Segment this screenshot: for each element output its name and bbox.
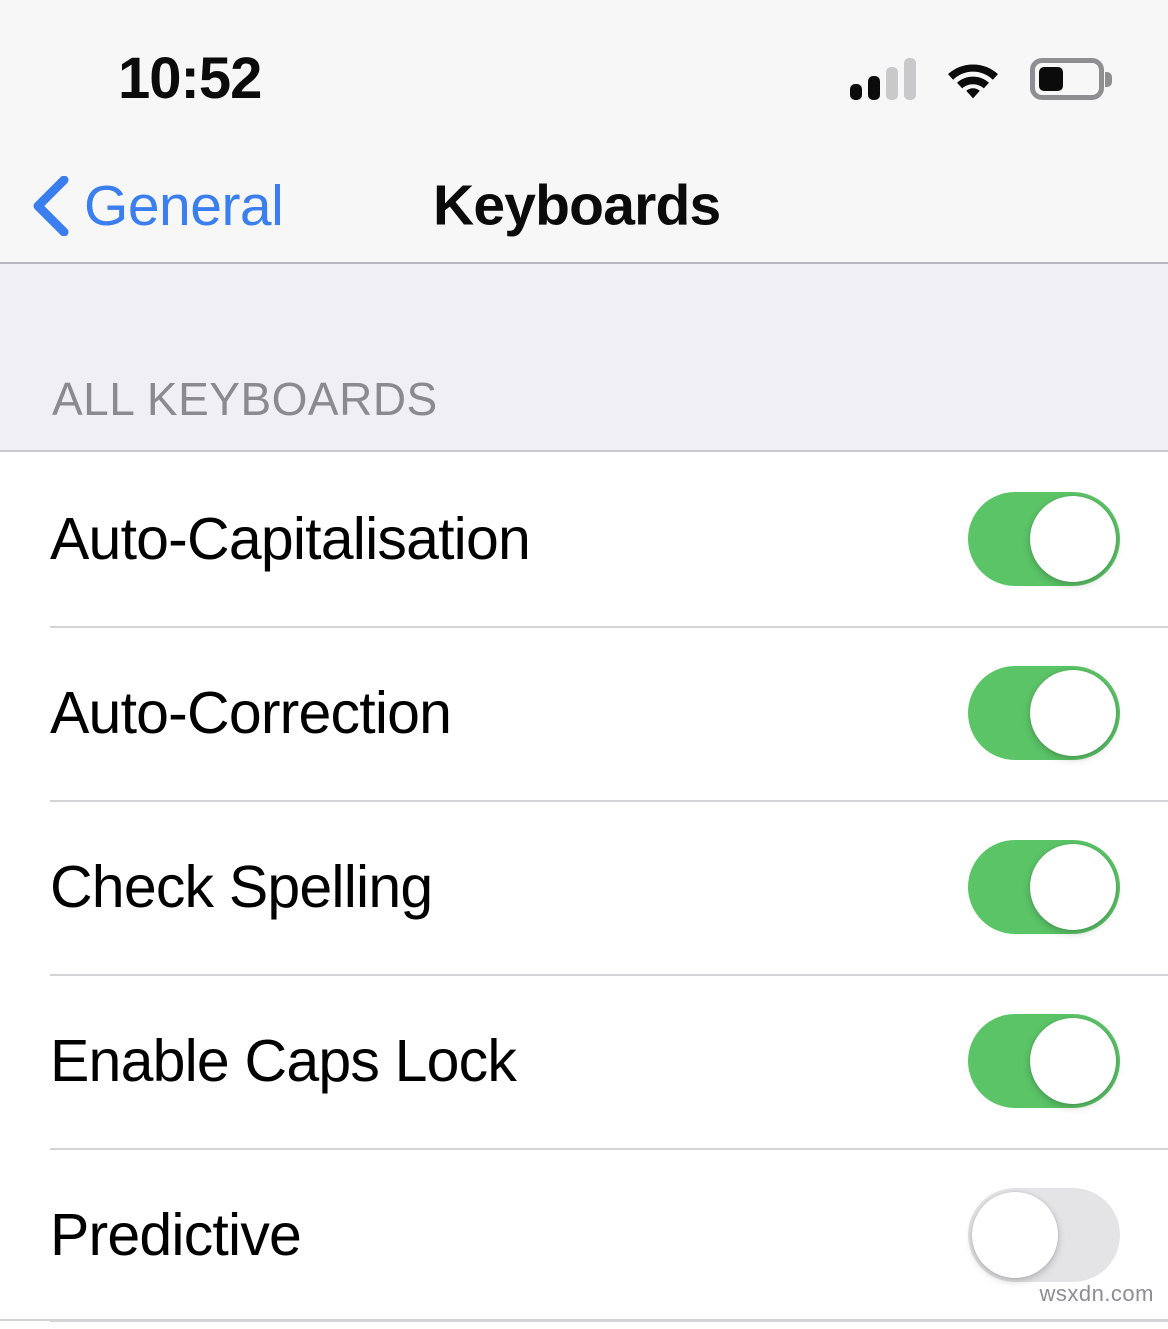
status-bar-clock: 10:52: [118, 46, 262, 111]
list-row-label: Predictive: [50, 1201, 302, 1268]
toggle-knob: [1030, 496, 1116, 582]
list-row-label: Auto-Correction: [50, 679, 452, 746]
toggle-knob: [1030, 1018, 1116, 1104]
toggle-predictive[interactable]: [968, 1188, 1120, 1282]
toggle-enable-caps-lock[interactable]: [968, 1014, 1120, 1108]
toggle-check-spelling[interactable]: [968, 840, 1120, 934]
list-row-auto-capitalisation[interactable]: Auto-Capitalisation: [0, 452, 1168, 626]
section-header-label: ALL KEYBOARDS: [52, 373, 438, 425]
battery-icon: [1030, 58, 1112, 100]
back-button[interactable]: General: [30, 173, 284, 238]
list-row-check-spelling[interactable]: Check Spelling: [0, 800, 1168, 974]
navigation-bar: General Keyboards: [0, 150, 1168, 264]
list-row-label: Check Spelling: [50, 853, 433, 920]
toggle-knob: [1030, 844, 1116, 930]
iphone-settings-screen: 10:52 General Keyboards ALL KEYBOARDS Au…: [0, 0, 1168, 1329]
toggle-auto-capitalisation[interactable]: [968, 492, 1120, 586]
page-title: Keyboards: [433, 173, 721, 238]
cellular-signal-icon: [850, 58, 916, 100]
toggle-knob: [972, 1192, 1058, 1278]
status-bar: 10:52: [0, 0, 1168, 150]
wifi-icon: [946, 58, 1000, 100]
list-row-label: Auto-Capitalisation: [50, 505, 531, 572]
watermark: wsxdn.com: [1039, 1281, 1154, 1306]
chevron-left-icon: [30, 176, 70, 236]
back-button-label: General: [84, 173, 284, 238]
toggle-knob: [1030, 670, 1116, 756]
list-row-auto-correction[interactable]: Auto-Correction: [0, 626, 1168, 800]
section-header-all-keyboards: ALL KEYBOARDS: [0, 264, 1168, 452]
list-row-label: Enable Caps Lock: [50, 1027, 517, 1094]
settings-list: Auto-Capitalisation Auto-Correction Chec…: [0, 452, 1168, 1322]
list-bottom-separator: [0, 1319, 1168, 1321]
status-bar-icons: [850, 58, 1112, 100]
list-row-enable-caps-lock[interactable]: Enable Caps Lock: [0, 974, 1168, 1148]
toggle-auto-correction[interactable]: [968, 666, 1120, 760]
list-row-predictive[interactable]: Predictive: [0, 1148, 1168, 1322]
